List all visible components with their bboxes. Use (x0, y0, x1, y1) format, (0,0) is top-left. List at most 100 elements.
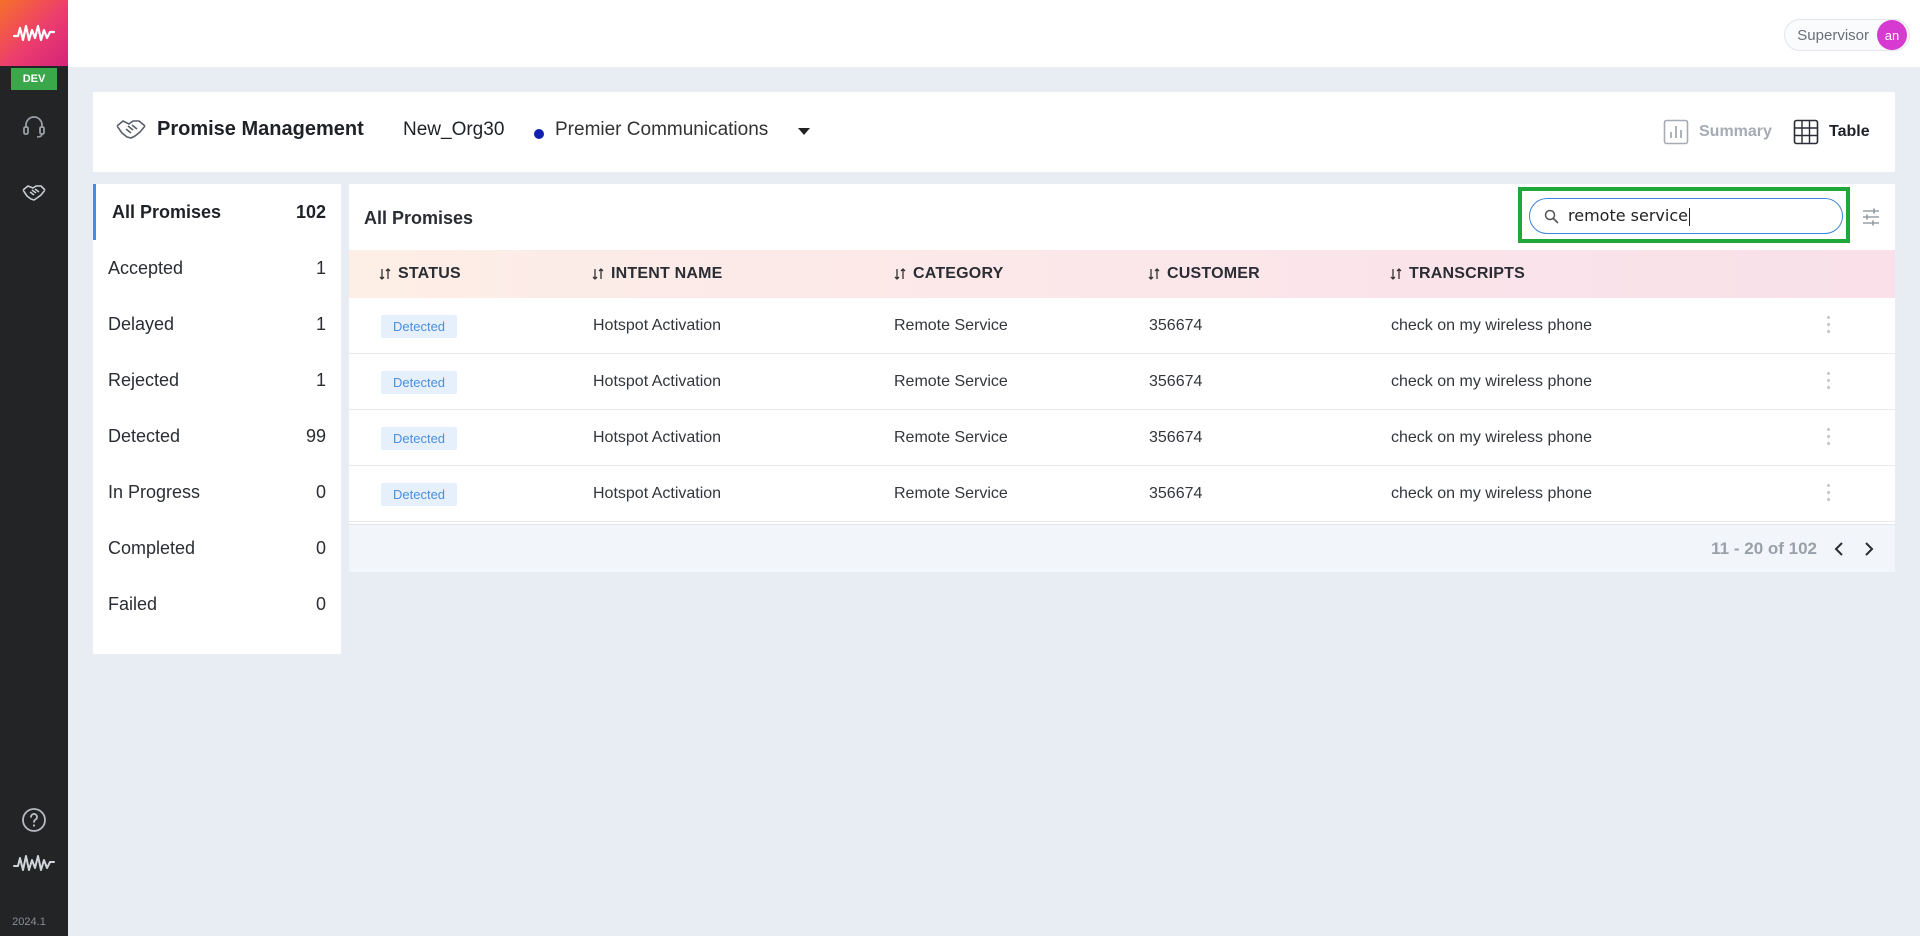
company-selector-label[interactable]: Premier Communications (555, 119, 768, 141)
previous-page-button[interactable] (1829, 539, 1849, 559)
filter-rejected[interactable]: Rejected 1 (93, 352, 341, 408)
filter-count: 99 (305, 425, 326, 446)
nav-agent-assist[interactable] (0, 106, 68, 146)
table-row[interactable]: Detected Hotspot Activation Remote Servi… (349, 466, 1895, 522)
filter-label: All Promises (112, 201, 222, 222)
filter-label: Detected (108, 425, 181, 446)
summary-view-button[interactable]: Summary (1663, 116, 1772, 148)
filter-accepted[interactable]: Accepted 1 (93, 240, 341, 296)
nav-promise-management[interactable] (0, 173, 68, 213)
transcript-cell: check on my wireless phone (1391, 485, 1592, 502)
customer-cell: 356674 (1149, 373, 1203, 390)
row-menu-icon[interactable] (1827, 316, 1831, 336)
column-header-label: TRANSCRIPTS (1409, 265, 1525, 282)
role-label: Supervisor (1797, 26, 1869, 44)
headset-icon (23, 116, 45, 138)
filter-count: 102 (295, 201, 326, 222)
promise-icon (115, 116, 147, 149)
intent-cell: Hotspot Activation (593, 373, 722, 390)
handshake-icon (22, 185, 46, 201)
row-menu-icon[interactable] (1827, 372, 1831, 392)
column-header-label: STATUS (398, 265, 461, 282)
company-status-dot (534, 129, 544, 139)
top-bar: Supervisor an (68, 0, 1920, 67)
avatar: an (1877, 20, 1907, 50)
promises-table-card: All Promises remote service STATUS INTEN… (349, 184, 1895, 572)
bar-chart-icon (1663, 119, 1689, 145)
user-menu[interactable]: Supervisor an (1784, 19, 1910, 51)
intent-cell: Hotspot Activation (593, 485, 722, 502)
filter-label: Completed (108, 537, 196, 558)
filter-label: Accepted (108, 257, 184, 278)
search-input[interactable]: remote service (1529, 198, 1843, 234)
table-view-label: Table (1829, 123, 1870, 140)
app-logo-icon (12, 24, 56, 42)
filter-detected[interactable]: Detected 99 (93, 408, 341, 464)
status-filter-panel: All Promises 102 Accepted 1 Delayed 1 Re… (93, 184, 341, 654)
column-header-transcripts[interactable]: TRANSCRIPTS (1390, 250, 1525, 298)
transcript-cell: check on my wireless phone (1391, 373, 1592, 390)
pagination-range: 11 - 20 of 102 (1711, 539, 1817, 558)
status-badge: Detected (381, 314, 458, 338)
filter-count: 1 (315, 369, 326, 390)
table-view-button[interactable]: Table (1793, 116, 1870, 148)
customer-cell: 356674 (1149, 317, 1203, 334)
env-badge: DEV (11, 68, 57, 90)
table-row[interactable]: Detected Hotspot Activation Remote Servi… (349, 410, 1895, 466)
filter-failed[interactable]: Failed 0 (93, 576, 341, 632)
column-header-label: CUSTOMER (1167, 265, 1260, 282)
table-row[interactable]: Detected Hotspot Activation Remote Servi… (349, 354, 1895, 410)
pagination-bar: 11 - 20 of 102 (349, 524, 1895, 572)
brand-mark (0, 843, 68, 883)
transcript-cell: check on my wireless phone (1391, 429, 1592, 446)
app-version: 2024.1 (12, 916, 46, 928)
filter-label: Rejected (108, 369, 180, 390)
intent-cell: Hotspot Activation (593, 317, 722, 334)
category-cell: Remote Service (894, 317, 1008, 334)
filter-completed[interactable]: Completed 0 (93, 520, 341, 576)
page-header: Promise Management New_Org30 Premier Com… (93, 92, 1895, 172)
chevron-right-icon (1865, 542, 1874, 556)
filter-in-progress[interactable]: In Progress 0 (93, 464, 341, 520)
customer-cell: 356674 (1149, 485, 1203, 502)
text-cursor (1688, 207, 1690, 226)
status-badge: Detected (381, 426, 458, 450)
customer-cell: 356674 (1149, 429, 1203, 446)
row-menu-icon[interactable] (1827, 428, 1831, 448)
column-header-customer[interactable]: CUSTOMER (1148, 250, 1260, 298)
sliders-icon (1863, 208, 1879, 226)
org-name: New_Org30 (403, 119, 505, 140)
filter-count: 1 (315, 257, 326, 278)
sort-icon (592, 268, 604, 280)
chevron-down-icon[interactable] (798, 128, 810, 135)
waveform-icon (13, 855, 55, 871)
category-cell: Remote Service (894, 429, 1008, 446)
page-title: Promise Management (157, 118, 364, 140)
category-cell: Remote Service (894, 373, 1008, 390)
status-badge: Detected (381, 482, 458, 506)
table-row[interactable]: Detected Hotspot Activation Remote Servi… (349, 298, 1895, 354)
search-value: remote service (1568, 206, 1688, 225)
left-rail: DEV 2024.1 (0, 0, 68, 936)
column-header-status[interactable]: STATUS (379, 250, 461, 298)
filter-label: Failed (108, 593, 158, 614)
table-title: All Promises (364, 208, 474, 228)
filter-all-promises[interactable]: All Promises 102 (93, 184, 341, 240)
column-header-category[interactable]: CATEGORY (894, 250, 1004, 298)
transcript-cell: check on my wireless phone (1391, 317, 1592, 334)
sort-icon (1390, 268, 1402, 280)
help-button[interactable] (0, 800, 68, 840)
next-page-button[interactable] (1859, 539, 1879, 559)
filter-label: In Progress (108, 481, 201, 502)
filter-count: 1 (315, 313, 326, 334)
app-logo[interactable] (0, 0, 68, 66)
column-header-label: CATEGORY (913, 265, 1004, 282)
filter-count: 0 (315, 537, 326, 558)
filter-delayed[interactable]: Delayed 1 (93, 296, 341, 352)
column-header-label: INTENT NAME (611, 265, 723, 282)
sort-icon (1148, 268, 1160, 280)
sort-icon (894, 268, 906, 280)
table-settings-button[interactable] (1861, 207, 1881, 232)
row-menu-icon[interactable] (1827, 484, 1831, 504)
column-header-intent-name[interactable]: INTENT NAME (592, 250, 723, 298)
